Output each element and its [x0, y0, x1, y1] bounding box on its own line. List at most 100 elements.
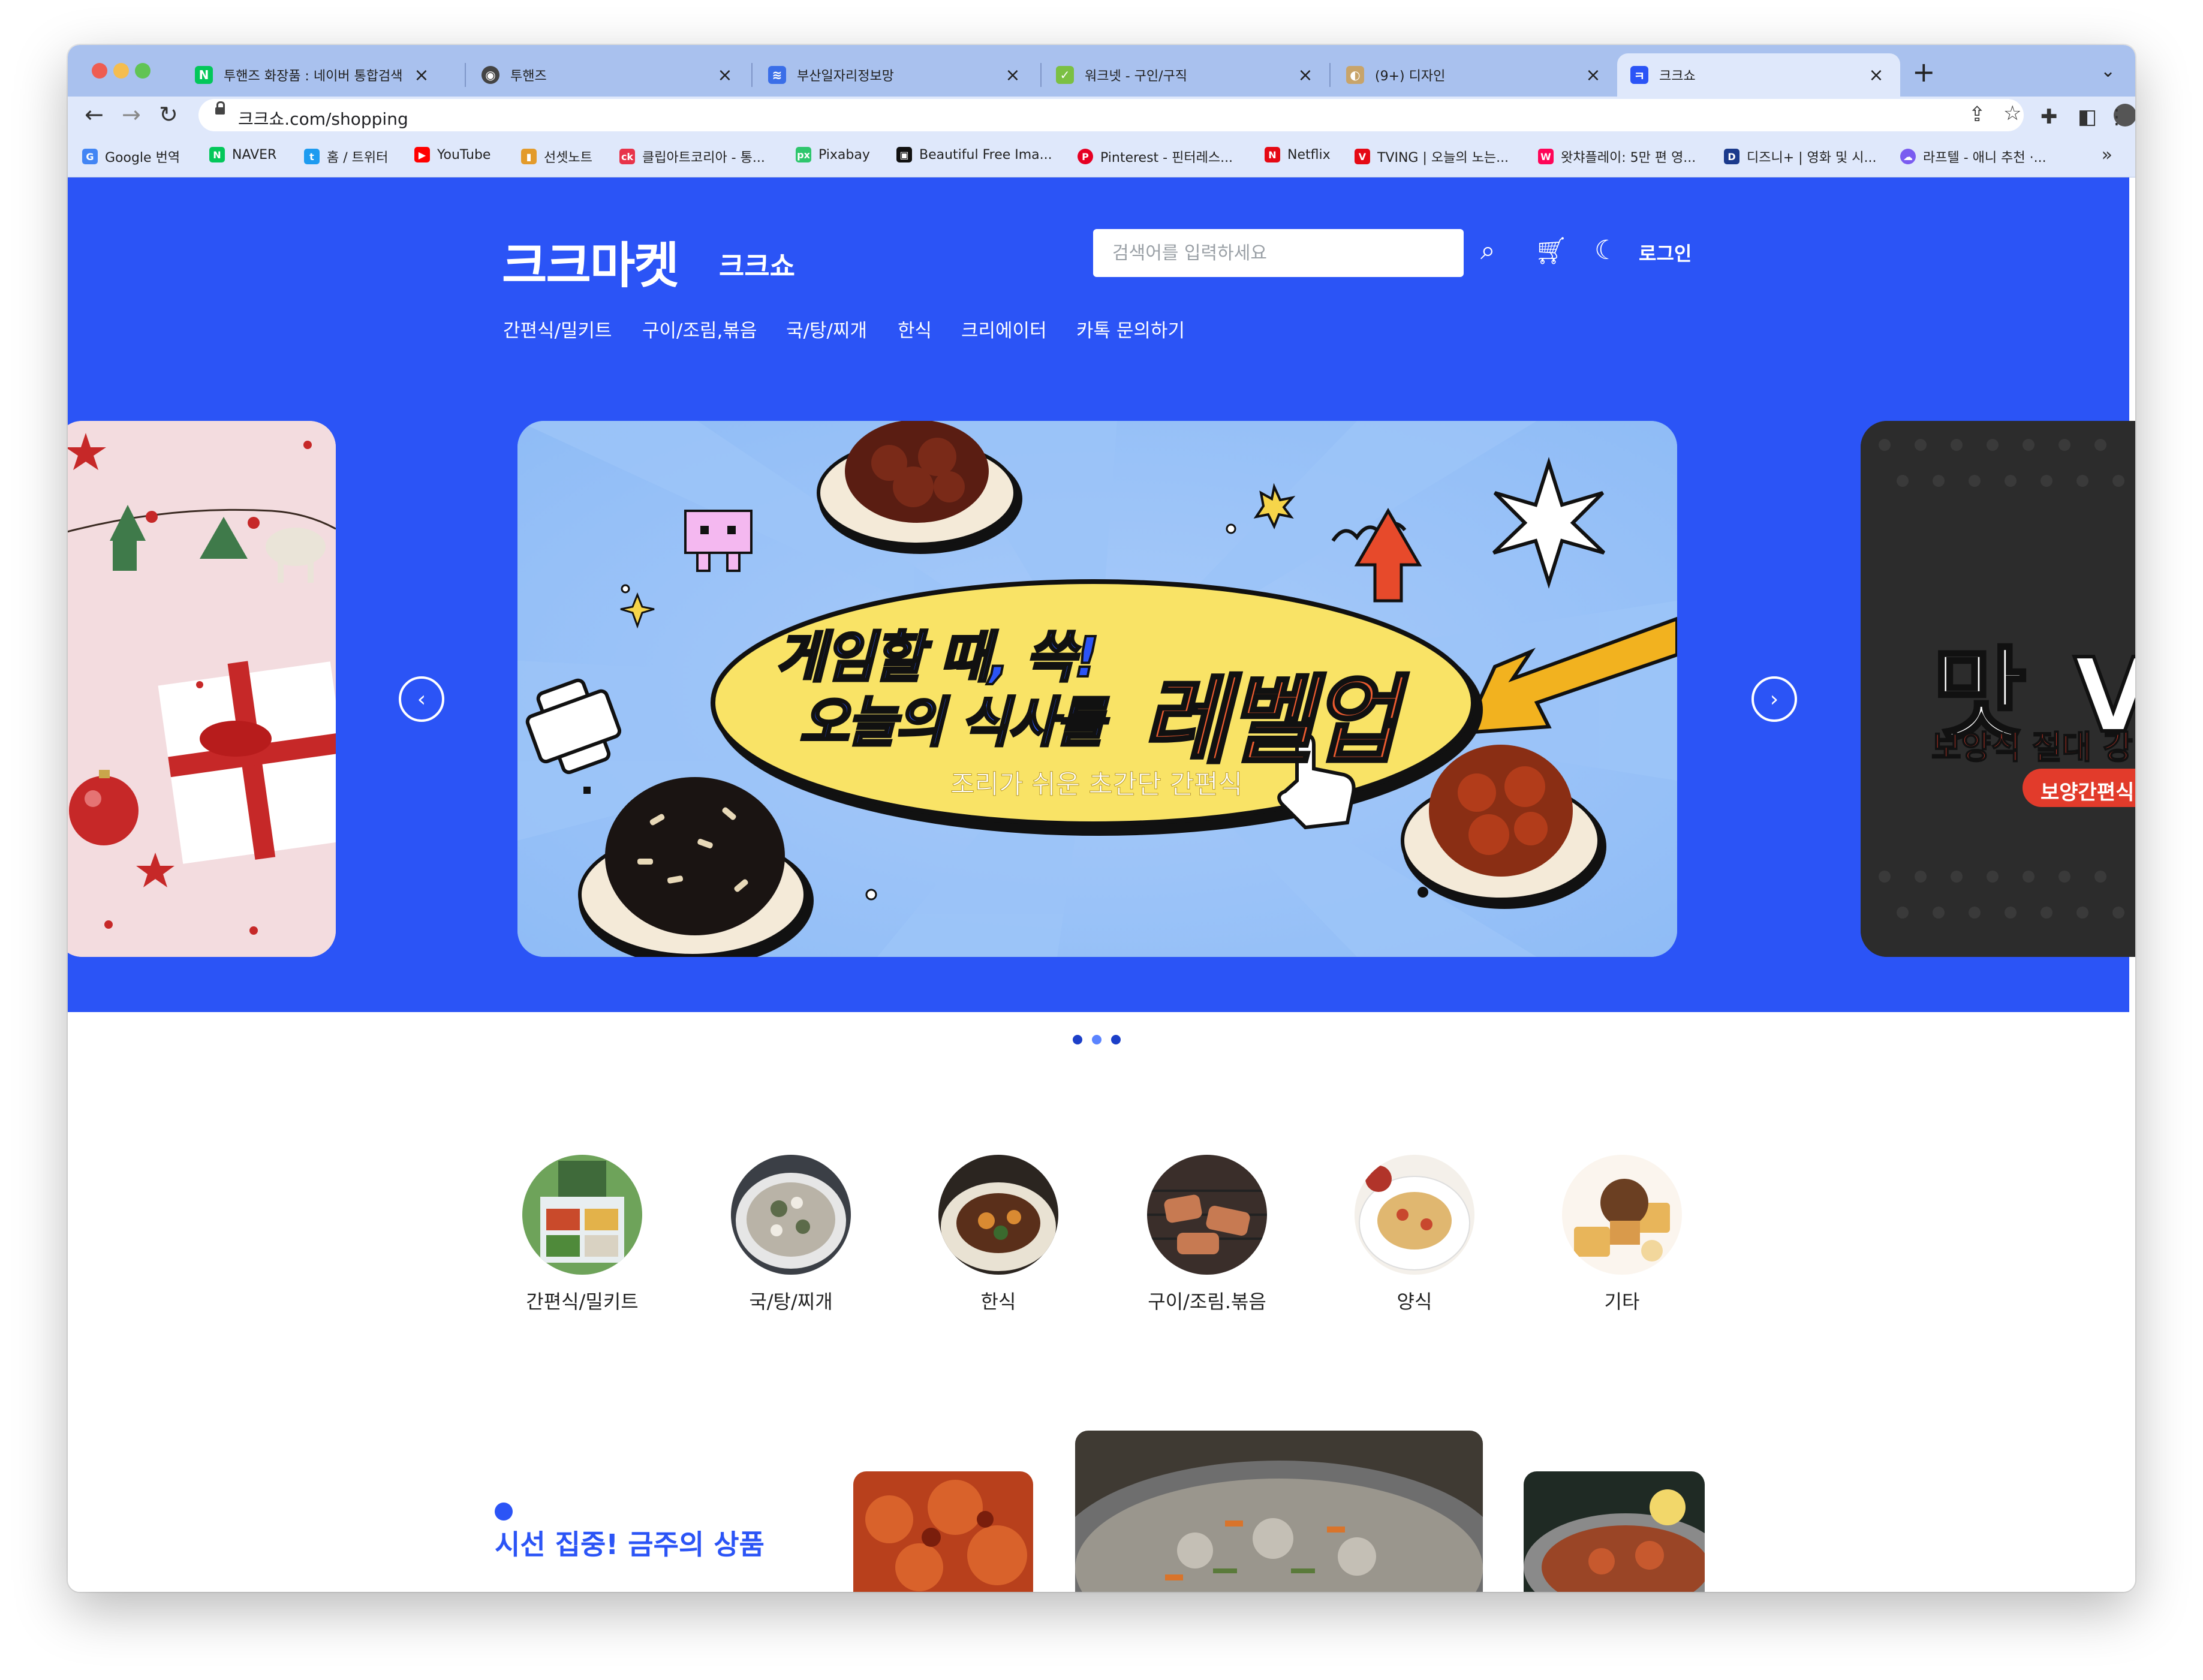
search-input[interactable]: [1093, 229, 1464, 277]
tab-title: (9+) 디자인: [1375, 69, 1446, 84]
nav-item-creator[interactable]: 크리에이터: [961, 315, 1047, 342]
bookmark-item[interactable]: W 왓챠플레이: 5만 편 영...: [1538, 147, 1696, 166]
bookmark-label: Pixabay: [818, 147, 870, 162]
search-icon[interactable]: ⌕: [1480, 235, 1495, 266]
category-grill-braise[interactable]: 구이/조림.볶음: [1147, 1155, 1267, 1314]
carousel-dot[interactable]: [1073, 1035, 1082, 1044]
bookmarks-more-button[interactable]: »: [2102, 144, 2112, 165]
close-icon[interactable]: ×: [1295, 65, 1316, 86]
site-logo-sub[interactable]: 크크쇼: [719, 245, 795, 284]
maximize-window-button[interactable]: [135, 63, 151, 79]
hero-section: 크크마켓 크크쇼 ⌕ 🛒︎ ☾ 로그인 간편식/밀키트 구이/조림,볶음 국/탕…: [68, 177, 2135, 1044]
bookmark-item[interactable]: N NAVER: [209, 147, 276, 162]
bookmark-label: Google 번역: [105, 150, 180, 165]
nav-item-meal-kit[interactable]: 간편식/밀키트: [503, 315, 612, 342]
bookmark-item[interactable]: V TVING | 오늘의 노는...: [1355, 147, 1509, 166]
close-icon[interactable]: ×: [714, 65, 736, 86]
product-card[interactable]: [1524, 1471, 1705, 1592]
carousel-dot[interactable]: [1111, 1035, 1121, 1044]
site-logo[interactable]: 크크마켓: [502, 225, 679, 297]
palette-icon: ◐: [1346, 66, 1364, 84]
star-icon[interactable]: ☆: [2003, 101, 2021, 125]
browser-tab[interactable]: ◐ (9+) 디자인 ×: [1333, 53, 1617, 97]
sunset-note-icon: ▮: [521, 149, 537, 164]
banner-subtitle: 조리가 쉬운 초간단 간편식: [950, 769, 1243, 800]
bookmark-item[interactable]: t 홈 / 트위터: [304, 147, 388, 166]
extensions-icon[interactable]: ✚: [2041, 105, 2058, 129]
minimize-window-button[interactable]: [113, 63, 129, 79]
banner-slide-current[interactable]: 게임할 때, 쓱! 오늘의 식사를 레벨업 조리가 쉬운 초간단 간편식: [517, 421, 1677, 957]
browser-tab[interactable]: N 투핸즈 화장품 : 네이버 통합검색 ×: [182, 53, 446, 97]
browser-tab-active[interactable]: ㅋ 크크쇼 ×: [1617, 53, 1900, 97]
bookmark-label: NAVER: [232, 147, 277, 162]
category-soup[interactable]: 국/탕/찌개: [731, 1155, 851, 1314]
browser-tab[interactable]: ◉ 투핸즈 ×: [468, 53, 749, 97]
naver-icon: N: [209, 147, 225, 162]
bookmark-item[interactable]: D 디즈니+ | 영화 및 시...: [1724, 147, 1876, 166]
banner-next-subtitle: 보양식 절대 강: [1931, 728, 2133, 767]
nav-item-grill-braise[interactable]: 구이/조림,볶음: [642, 315, 757, 342]
dark-mode-icon[interactable]: ☾: [1594, 235, 1618, 266]
close-window-button[interactable]: [92, 63, 107, 79]
tab-separator: [1040, 63, 1042, 87]
close-icon[interactable]: ×: [1002, 65, 1024, 86]
bookmark-item[interactable]: ☁ 라프텔 - 애니 추천 ·...: [1900, 147, 2046, 166]
product-card[interactable]: [853, 1471, 1033, 1592]
tab-title: 투핸즈 화장품 : 네이버 통합검색: [224, 69, 403, 84]
category-label: 간편식/밀키트: [526, 1290, 639, 1313]
laftel-icon: ☁: [1900, 149, 1916, 164]
close-icon[interactable]: ×: [411, 65, 432, 86]
category-korean[interactable]: 한식: [938, 1155, 1058, 1314]
bookmark-label: 라프텔 - 애니 추천 ·...: [1923, 150, 2046, 165]
bookmark-item[interactable]: P Pinterest - 핀터레스...: [1078, 147, 1233, 166]
grilled-meat-image: [1147, 1155, 1267, 1275]
bookmark-item[interactable]: ck 클립아트코리아 - 통...: [619, 147, 765, 166]
bookmark-item[interactable]: ▣ Beautiful Free Ima...: [896, 147, 1052, 162]
close-icon[interactable]: ×: [1865, 65, 1887, 86]
bookmark-item[interactable]: ▶ YouTube: [414, 147, 490, 162]
bookmark-item[interactable]: N Netflix: [1265, 147, 1331, 162]
kkshow-icon: ㅋ: [1630, 66, 1648, 84]
product-card-featured[interactable]: [1075, 1431, 1483, 1592]
address-bar[interactable]: 크크쇼.com/shopping ⇪ ☆: [198, 99, 2024, 131]
bookmark-item[interactable]: ▮ 선셋노트: [521, 147, 592, 166]
category-etc[interactable]: 기타: [1562, 1155, 1682, 1314]
more-menu-icon[interactable]: ⋮: [2106, 105, 2127, 129]
browser-tab[interactable]: ≋ 부산일자리정보망 ×: [755, 53, 1037, 97]
back-arrow-icon[interactable]: ←: [85, 101, 104, 128]
forward-arrow-icon[interactable]: →: [122, 101, 141, 128]
banner-headline-highlight: 레벨업: [1140, 663, 1401, 778]
featured-bullet: [495, 1503, 513, 1521]
nav-item-korean[interactable]: 한식: [898, 315, 932, 342]
bookmark-label: YouTube: [437, 147, 491, 162]
banner-slide-next[interactable]: 맛 V 보양식 절대 강 보양간편식: [1861, 421, 2135, 957]
chevron-right-icon[interactable]: ›: [1751, 676, 1797, 722]
cart-icon[interactable]: 🛒︎: [1534, 235, 1568, 266]
watcha-icon: W: [1538, 149, 1554, 164]
nav-item-kakao-inquiry[interactable]: 카톡 문의하기: [1076, 315, 1185, 342]
tab-title: 투핸즈: [510, 69, 547, 84]
clipart-korea-icon: ck: [619, 149, 635, 164]
banner-next-badge: 보양간편식: [2041, 781, 2135, 805]
category-western[interactable]: 양식: [1355, 1155, 1474, 1314]
pixabay-icon: px: [796, 147, 811, 162]
share-icon[interactable]: ⇪: [1969, 103, 1986, 127]
reload-icon[interactable]: ↻: [159, 101, 178, 128]
login-link[interactable]: 로그인: [1639, 239, 1692, 266]
banner-slide-prev[interactable]: [68, 421, 336, 957]
chevron-down-icon[interactable]: ⌄: [2100, 61, 2115, 82]
close-icon[interactable]: ×: [1582, 65, 1604, 86]
browser-tab[interactable]: ✓ 워크넷 - 구인/구직 ×: [1043, 53, 1329, 97]
nav-item-soup[interactable]: 국/탕/찌개: [786, 315, 867, 342]
url-text[interactable]: 크크쇼.com/shopping: [238, 106, 408, 130]
disney-plus-icon: D: [1724, 149, 1739, 164]
carousel-dot-active[interactable]: [1092, 1035, 1102, 1044]
chevron-left-icon[interactable]: ‹: [399, 676, 444, 722]
new-tab-button[interactable]: +: [1912, 56, 1936, 88]
braised-dish-image: [938, 1155, 1058, 1275]
side-panel-icon[interactable]: ◧: [2078, 105, 2097, 129]
bookmark-item[interactable]: px Pixabay: [796, 147, 870, 162]
category-label: 한식: [980, 1290, 1016, 1313]
bookmark-item[interactable]: G Google 번역: [82, 147, 180, 166]
category-meal-kit[interactable]: 간편식/밀키트: [522, 1155, 642, 1314]
